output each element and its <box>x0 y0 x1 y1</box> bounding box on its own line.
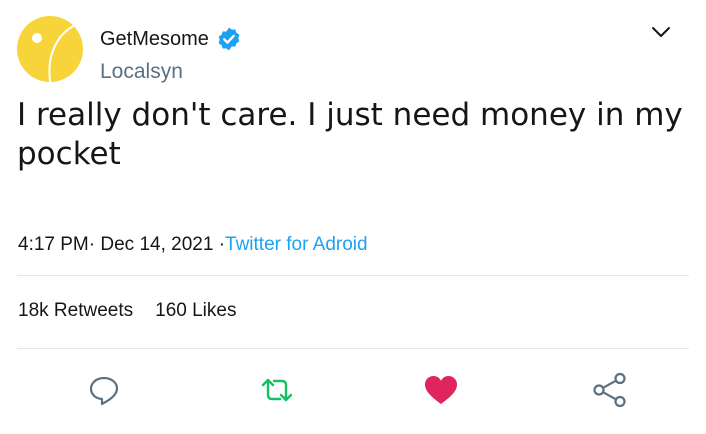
verified-badge-icon <box>218 27 240 51</box>
action-bar <box>0 360 706 420</box>
chevron-down-icon[interactable] <box>650 24 672 42</box>
tweet-date[interactable]: Dec 14, 2021 <box>100 234 213 255</box>
retweet-icon <box>261 378 293 402</box>
tweet-stats: 18k Retweets 160 Likes <box>18 300 236 322</box>
share-icon <box>593 372 626 408</box>
divider <box>17 348 689 349</box>
heart-icon <box>425 376 457 404</box>
avatar[interactable] <box>17 16 83 82</box>
user-handle[interactable]: Localsyn <box>100 60 183 84</box>
display-name[interactable]: GetMesome <box>100 28 209 51</box>
retweets-count: 18k <box>18 300 49 321</box>
likes-stat[interactable]: 160 Likes <box>155 300 236 322</box>
tweet-card: GetMesome Localsyn I really don't care. … <box>0 0 706 434</box>
tweet-meta: 4:17 PM· Dec 14, 2021 ·Twitter for Adroi… <box>18 234 368 256</box>
user-name-row: GetMesome <box>100 26 242 52</box>
likes-count: 160 <box>155 300 187 321</box>
comment-icon <box>89 376 119 406</box>
share-button[interactable] <box>590 370 630 410</box>
tweet-time[interactable]: 4:17 PM <box>18 234 89 255</box>
retweet-button[interactable] <box>257 370 297 410</box>
retweets-label: Retweets <box>53 300 134 321</box>
likes-label: Likes <box>192 300 237 321</box>
reply-button[interactable] <box>84 370 124 410</box>
like-button[interactable] <box>421 370 461 410</box>
meta-separator: · <box>88 234 96 255</box>
tweet-text: I really don't care. I just need money i… <box>17 97 683 172</box>
tweet-source-link[interactable]: Twitter for Adroid <box>225 234 368 255</box>
divider <box>17 275 689 276</box>
retweets-stat[interactable]: 18k Retweets <box>18 300 133 322</box>
